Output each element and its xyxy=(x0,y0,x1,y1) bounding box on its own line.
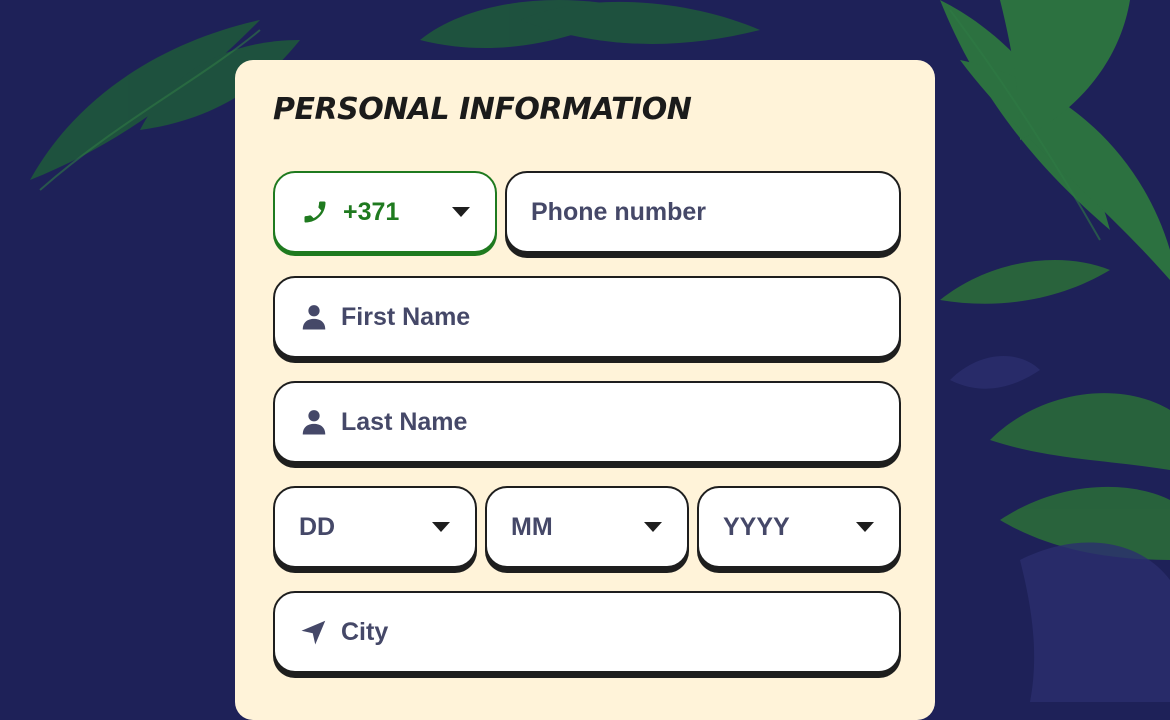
phone-code-select[interactable]: +371 xyxy=(273,171,497,253)
first-name-field[interactable] xyxy=(273,276,901,358)
caret-down-icon xyxy=(452,207,470,217)
caret-down-icon xyxy=(432,522,450,532)
caret-down-icon xyxy=(644,522,662,532)
birth-day-select[interactable]: DD xyxy=(273,486,477,568)
first-name-input[interactable] xyxy=(341,302,899,332)
city-input[interactable] xyxy=(341,617,899,647)
personal-information-card: PERSONAL INFORMATION +371 DD MM YYYY xyxy=(235,60,935,720)
last-name-field[interactable] xyxy=(273,381,901,463)
page-title: PERSONAL INFORMATION xyxy=(273,92,692,127)
birth-year-placeholder: YYYY xyxy=(723,512,790,541)
last-name-input[interactable] xyxy=(341,407,899,437)
phone-number-field[interactable] xyxy=(505,171,901,253)
birth-day-placeholder: DD xyxy=(299,512,336,541)
birth-month-select[interactable]: MM xyxy=(485,486,689,568)
birth-year-select[interactable]: YYYY xyxy=(697,486,901,568)
birth-month-placeholder: MM xyxy=(511,512,553,541)
caret-down-icon xyxy=(856,522,874,532)
user-icon xyxy=(299,301,329,333)
location-arrow-icon xyxy=(299,616,329,648)
user-icon xyxy=(299,406,329,438)
phone-icon xyxy=(299,196,331,228)
phone-code-value: +371 xyxy=(343,197,400,226)
city-field[interactable] xyxy=(273,591,901,673)
phone-number-input[interactable] xyxy=(531,197,899,227)
